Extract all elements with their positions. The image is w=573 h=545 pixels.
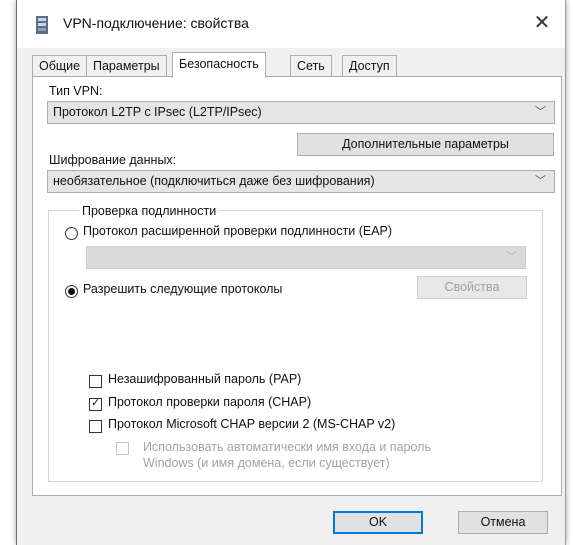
properties-button[interactable]: Свойства bbox=[417, 276, 527, 299]
chap-label[interactable]: Протокол проверки пароля (CHAP) bbox=[108, 395, 311, 409]
chevron-down-icon: ﹀ bbox=[535, 106, 546, 118]
title-bar: VPN-подключение: свойства ✕ bbox=[17, 0, 565, 48]
pap-label[interactable]: Незашифрованный пароль (PAP) bbox=[108, 372, 301, 386]
mschap-v2-checkbox[interactable] bbox=[89, 420, 102, 433]
advanced-settings-button[interactable]: Дополнительные параметры bbox=[297, 133, 554, 156]
encryption-label: Шифрование данных: bbox=[49, 153, 177, 167]
authentication-legend: Проверка подлинности bbox=[79, 204, 220, 218]
network-icon bbox=[36, 16, 48, 34]
close-icon[interactable]: ✕ bbox=[527, 8, 557, 38]
window-title: VPN-подключение: свойства bbox=[63, 15, 249, 31]
chap-checkbox[interactable]: ✓ bbox=[89, 397, 102, 411]
vpn-type-select[interactable]: Протокол L2TP с IPsec (L2TP/IPsec) ﹀ bbox=[47, 101, 555, 124]
tab-sharing[interactable]: Доступ bbox=[342, 55, 397, 77]
vpn-type-label: Тип VPN: bbox=[49, 84, 103, 98]
chevron-down-icon: ﹀ bbox=[535, 175, 546, 187]
mschap-v2-label[interactable]: Протокол Microsoft CHAP версии 2 (MS-CHA… bbox=[108, 417, 395, 431]
auto-login-checkbox[interactable] bbox=[116, 442, 129, 455]
checkmark-icon: ✓ bbox=[91, 397, 101, 409]
tab-network[interactable]: Сеть bbox=[290, 55, 332, 77]
auto-login-label-line1: Использовать автоматически имя входа и п… bbox=[143, 440, 431, 454]
tab-options[interactable]: Параметры bbox=[86, 55, 167, 77]
chevron-down-icon: ﹀ bbox=[506, 251, 517, 263]
properties-dialog: VPN-подключение: свойства ✕ Общие Параме… bbox=[16, 0, 566, 545]
encryption-value: необязательное (подключиться даже без ши… bbox=[53, 174, 375, 188]
auto-login-label-line2: Windows (и имя домена, если существует) bbox=[143, 456, 390, 470]
cancel-button[interactable]: Отмена bbox=[458, 511, 548, 534]
vpn-type-value: Протокол L2TP с IPsec (L2TP/IPsec) bbox=[53, 105, 262, 119]
allow-protocols-radio[interactable] bbox=[65, 285, 78, 298]
tab-general[interactable]: Общие bbox=[32, 55, 88, 77]
tab-security[interactable]: Безопасность bbox=[172, 52, 266, 78]
eap-radio[interactable] bbox=[65, 227, 78, 240]
ok-button[interactable]: OK bbox=[333, 511, 423, 534]
eap-method-select[interactable]: ﹀ bbox=[86, 246, 526, 269]
encryption-select[interactable]: необязательное (подключиться даже без ши… bbox=[47, 170, 555, 193]
pap-checkbox[interactable] bbox=[89, 375, 102, 388]
allow-protocols-label[interactable]: Разрешить следующие протоколы bbox=[83, 282, 282, 296]
eap-radio-label[interactable]: Протокол расширенной проверки подлинност… bbox=[83, 224, 392, 238]
